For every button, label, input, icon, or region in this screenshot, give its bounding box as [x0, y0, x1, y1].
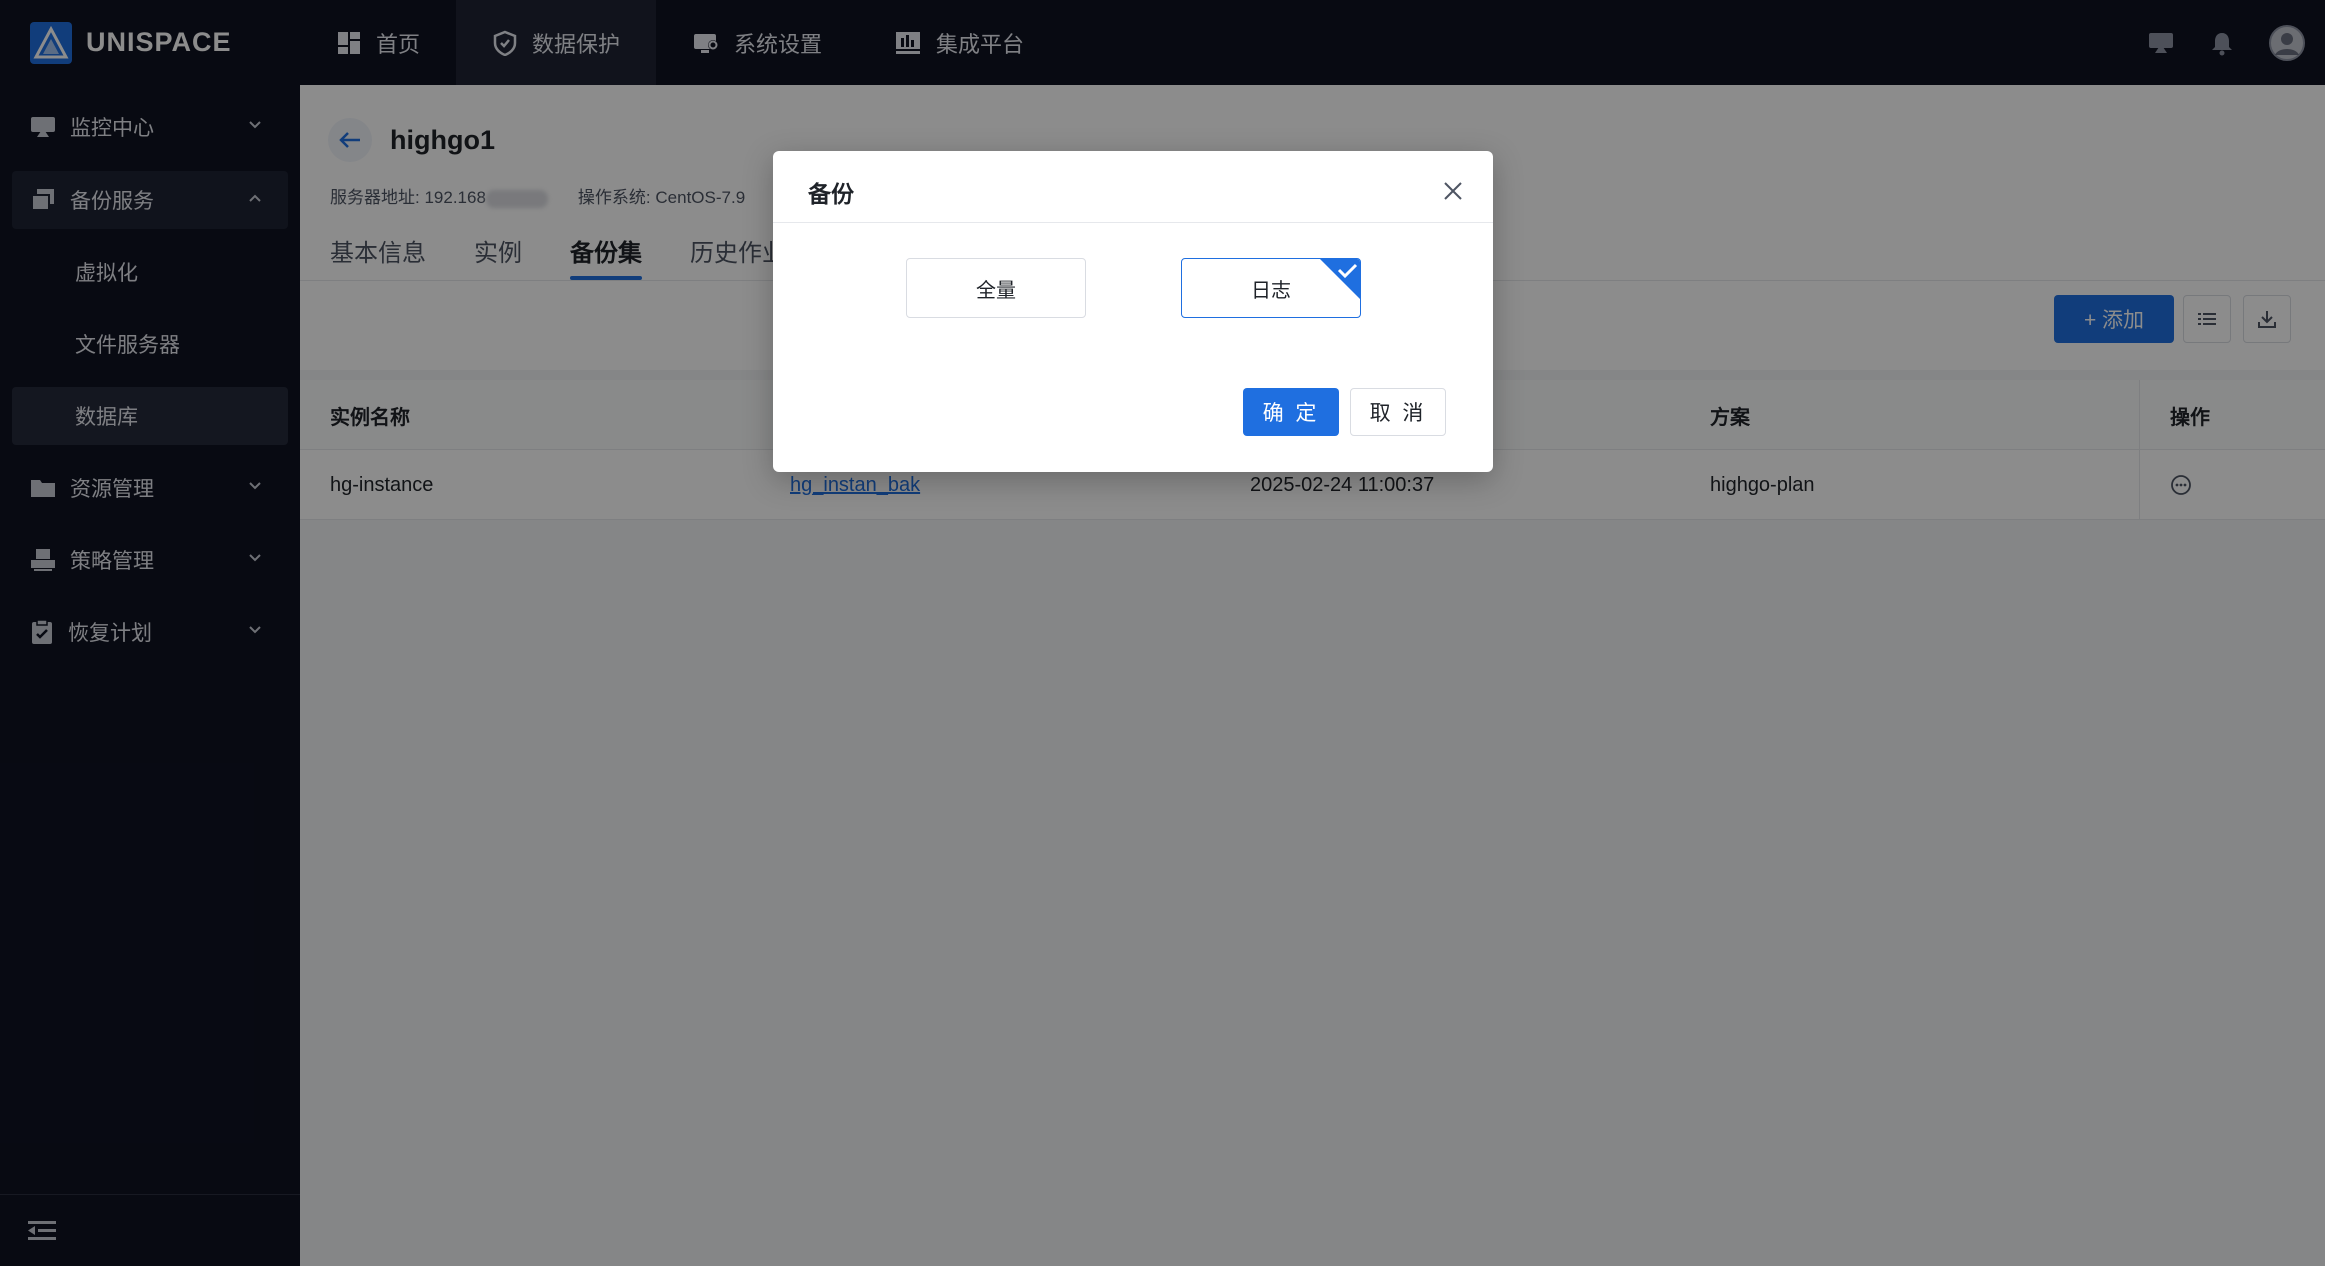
option-log-backup[interactable]: 日志: [1181, 258, 1361, 318]
backup-modal: 备份 全量 日志 确 定 取 消: [773, 151, 1493, 472]
option-full-backup[interactable]: 全量: [906, 258, 1086, 318]
close-icon[interactable]: [1441, 179, 1465, 203]
confirm-button[interactable]: 确 定: [1243, 388, 1339, 436]
modal-title: 备份: [808, 181, 854, 207]
modal-divider: [773, 222, 1493, 223]
cancel-button[interactable]: 取 消: [1350, 388, 1446, 436]
selected-check-icon: [1320, 259, 1360, 299]
option-full-label: 全量: [976, 279, 1016, 302]
option-log-label: 日志: [1251, 279, 1291, 302]
